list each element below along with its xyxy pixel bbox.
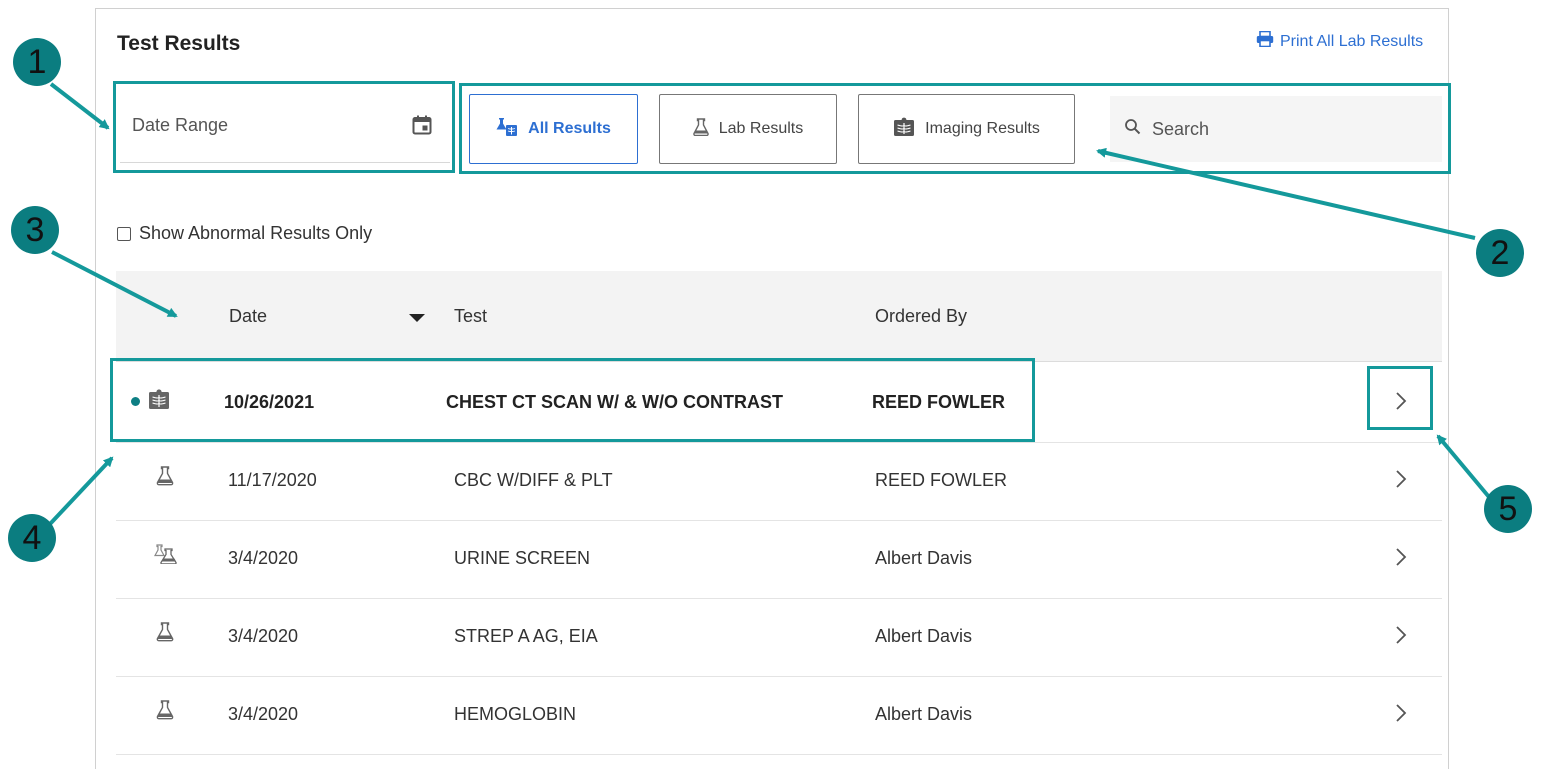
imaging-results-label: Imaging Results [925,120,1040,137]
column-header-test[interactable]: Test [454,306,487,327]
lab-results-button[interactable]: Lab Results [659,94,837,164]
chevron-right-icon[interactable] [1394,624,1408,651]
column-header-ordered-by[interactable]: Ordered By [875,306,967,327]
abnormal-only-checkbox[interactable] [117,226,131,241]
row-date: 3/4/2020 [228,548,299,568]
table-row[interactable]: 3/4/2020 STREP A AG, EIA Albert Davis [116,598,1442,677]
results-table-header: Date Test Ordered By [116,271,1442,362]
imaging-results-button[interactable]: Imaging Results [858,94,1075,164]
double-flask-icon [153,544,178,569]
row-test: CHEST CT SCAN W/ & W/O CONTRAST [446,392,783,412]
row-test: CBC W/DIFF & PLT [454,470,613,490]
chevron-right-icon[interactable] [1394,468,1408,495]
all-results-button[interactable]: All Results [469,94,638,164]
table-row[interactable]: 3/4/2020 URINE SCREEN Albert Davis [116,520,1442,599]
chevron-right-icon[interactable] [1394,702,1408,729]
row-ordered-by: Albert Davis [875,704,973,724]
callout-badge-1: 1 [13,38,61,86]
page-title: Test Results [117,32,241,55]
date-range-label: Date Range [132,114,229,135]
printer-icon [1256,30,1274,52]
callout-badge-4: 4 [8,514,56,562]
unread-indicator-dot [131,397,140,406]
search-icon [1124,118,1142,141]
flask-icon [692,117,709,141]
callout-badge-3: 3 [11,206,59,254]
calendar-icon[interactable] [412,115,432,140]
row-date: 11/17/2020 [228,470,317,490]
row-ordered-by: Albert Davis [875,626,973,646]
callout-badge-5: 5 [1484,485,1532,533]
row-test: STREP A AG, EIA [454,626,598,646]
row-test: URINE SCREEN [454,548,591,568]
table-row[interactable]: 3/4/2020 HEMOGLOBIN Albert Davis [116,676,1442,755]
all-results-label: All Results [528,120,611,137]
xray-icon [893,117,915,142]
row-ordered-by: REED FOWLER [872,392,1005,412]
date-range-field[interactable]: Date Range [120,88,450,163]
abnormal-only-label[interactable]: Show Abnormal Results Only [139,223,372,244]
lab-results-label: Lab Results [718,120,804,137]
flask-icon [156,700,174,725]
row-ordered-by: Albert Davis [875,548,973,568]
column-header-date[interactable]: Date [229,306,267,327]
flask-xray-icon [496,117,518,142]
row-ordered-by: REED FOWLER [875,470,1008,490]
print-all-lab-results-link[interactable]: Print All Lab Results [1256,30,1424,52]
flask-icon [156,622,174,647]
chevron-right-icon[interactable] [1394,546,1408,573]
row-test: HEMOGLOBIN [454,704,577,724]
search-placeholder: Search [1152,118,1210,139]
callout-badge-2: 2 [1476,229,1524,277]
flask-icon [156,466,174,491]
table-row[interactable]: 11/17/2020 CBC W/DIFF & PLT REED FOWLER [116,442,1442,521]
search-input[interactable]: Search [1110,96,1442,162]
xray-icon [148,388,170,415]
table-row[interactable]: 10/26/2021 CHEST CT SCAN W/ & W/O CONTRA… [116,364,1442,443]
chevron-right-icon[interactable] [1394,390,1408,417]
row-date: 3/4/2020 [228,626,299,646]
row-date: 10/26/2021 [224,392,315,412]
row-date: 3/4/2020 [228,704,299,724]
abnormal-only-option: Show Abnormal Results Only [117,223,372,244]
print-link-label: Print All Lab Results [1280,32,1424,50]
sort-descending-icon[interactable] [409,314,425,322]
